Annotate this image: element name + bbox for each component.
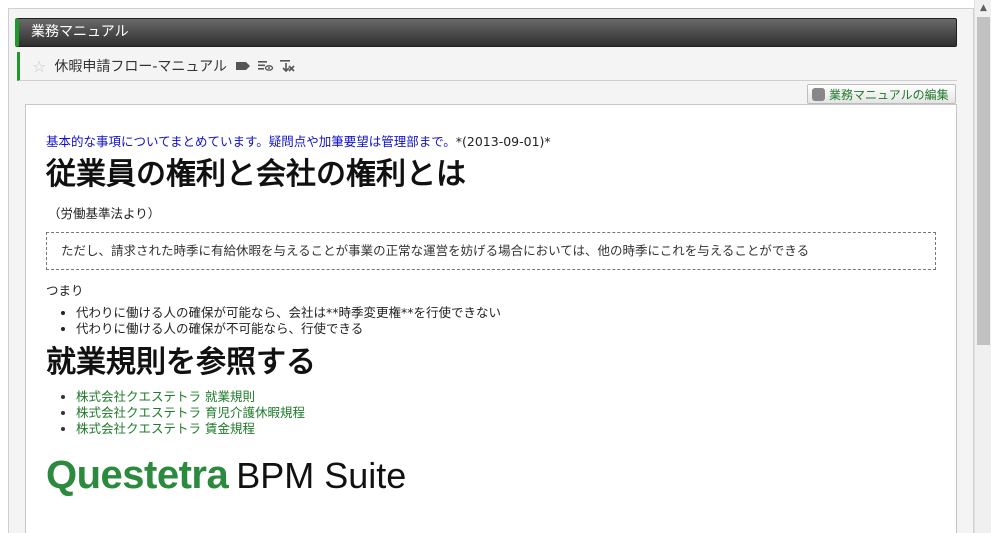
edit-manual-button[interactable]: 業務マニュアルの編集 bbox=[807, 84, 956, 104]
unfollow-icon[interactable] bbox=[278, 57, 296, 75]
list-item: 株式会社クエステトラ 賃金規程 bbox=[76, 421, 938, 437]
pencil-icon bbox=[812, 87, 825, 101]
quote-text: ただし、請求された時季に有給休暇を与えることが事業の正常な運営を妨げる場合におい… bbox=[61, 243, 810, 258]
logo-questetra: Questetra bbox=[46, 453, 229, 497]
watch-icon[interactable] bbox=[256, 57, 274, 75]
page-title-row: ☆ 休暇申請フロー-マニュアル bbox=[17, 52, 957, 81]
manual-content: 基本的な事項についてまとめています。疑問点や加筆要望は管理部まで。*(2013-… bbox=[46, 133, 938, 498]
scroll-up-arrow-icon[interactable]: ▲ bbox=[975, 0, 991, 17]
link-work-rules[interactable]: 株式会社クエステトラ 就業規則 bbox=[76, 389, 255, 404]
intro-date: *(2013-09-01)* bbox=[455, 134, 551, 149]
logo-bpm-suite: BPM Suite bbox=[236, 455, 407, 496]
source-note: （労働基準法より） bbox=[48, 206, 161, 221]
heading-rules: 就業規則を参照する bbox=[46, 345, 316, 380]
quote-box: ただし、請求された時季に有給休暇を与えることが事業の正常な運営を妨げる場合におい… bbox=[46, 232, 936, 270]
tag-icon[interactable] bbox=[234, 57, 252, 75]
edit-manual-label: 業務マニュアルの編集 bbox=[829, 87, 949, 102]
intro-text: 基本的な事項についてまとめています。疑問点や加筆要望は管理部まで。*(2013-… bbox=[46, 133, 938, 151]
questetra-logo: Questetra BPM Suite bbox=[46, 453, 938, 498]
summary-list: 代わりに働ける人の確保が可能なら、会社は**時季変更権**を行使できない 代わり… bbox=[46, 305, 938, 337]
list-item: 株式会社クエステトラ 育児介護休暇規程 bbox=[76, 405, 938, 421]
list-item: 代わりに働ける人の確保が不可能なら、行使できる bbox=[76, 321, 938, 337]
vertical-scrollbar[interactable]: ▲ bbox=[974, 0, 991, 533]
heading-rights: 従業員の権利と会社の権利とは bbox=[46, 157, 466, 192]
list-item: 代わりに働ける人の確保が可能なら、会社は**時季変更権**を行使できない bbox=[76, 305, 938, 321]
page-title: 休暇申請フロー-マニュアル bbox=[54, 59, 227, 75]
panel-title-bar: 業務マニュアル bbox=[15, 18, 957, 47]
list-item: 株式会社クエステトラ 就業規則 bbox=[76, 389, 938, 405]
summary-label: つまり bbox=[46, 283, 84, 298]
link-childcare-leave-rules[interactable]: 株式会社クエステトラ 育児介護休暇規程 bbox=[76, 405, 305, 420]
scrollbar-thumb[interactable] bbox=[977, 17, 990, 345]
link-wage-rules[interactable]: 株式会社クエステトラ 賃金規程 bbox=[76, 421, 255, 436]
rules-link-list: 株式会社クエステトラ 就業規則 株式会社クエステトラ 育児介護休暇規程 株式会社… bbox=[46, 389, 938, 437]
star-icon[interactable]: ☆ bbox=[32, 57, 46, 76]
manual-content-frame: 基本的な事項についてまとめています。疑問点や加筆要望は管理部まで。*(2013-… bbox=[25, 104, 957, 533]
panel-title: 業務マニュアル bbox=[31, 24, 129, 40]
intro-note: 基本的な事項についてまとめています。疑問点や加筆要望は管理部まで。 bbox=[46, 134, 456, 149]
